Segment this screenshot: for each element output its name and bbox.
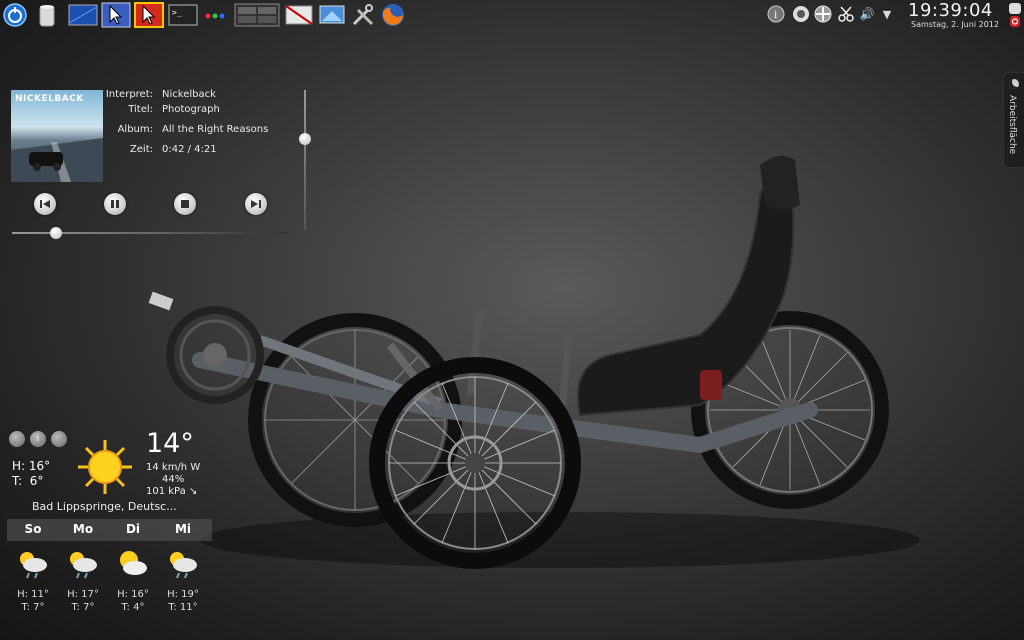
today-high: H: 16° bbox=[12, 459, 51, 473]
forecast-day-4: Mi bbox=[174, 522, 192, 536]
info-icon[interactable]: i bbox=[767, 5, 785, 23]
today-low: T: 6° bbox=[12, 474, 44, 488]
cashew-icon[interactable] bbox=[1008, 2, 1022, 28]
forecast-low-4: T: 11° bbox=[168, 602, 198, 613]
previous-button[interactable] bbox=[34, 193, 56, 215]
partly-cloudy-rain-icon bbox=[20, 552, 47, 579]
weather-refresh-icon[interactable] bbox=[9, 431, 25, 447]
window-switcher-icon[interactable] bbox=[234, 2, 280, 28]
pause-button[interactable] bbox=[104, 193, 126, 215]
tray-expand-icon[interactable]: ▼ bbox=[878, 5, 896, 23]
title-key: Titel: bbox=[128, 104, 153, 115]
artist-key: Interpret: bbox=[105, 89, 153, 100]
pressure: 101 kPa ↘ bbox=[146, 486, 198, 497]
terminal-icon[interactable]: >_ bbox=[168, 2, 198, 28]
clock-time[interactable]: 19:39:04 bbox=[908, 0, 993, 21]
seek-slider-handle[interactable] bbox=[50, 227, 63, 239]
desktop-icon[interactable] bbox=[68, 2, 98, 28]
forecast-low-3: T: 4° bbox=[121, 602, 145, 613]
forecast-high-1: H: 11° bbox=[17, 589, 49, 600]
album-key: Album: bbox=[117, 124, 153, 135]
partly-cloudy-rain-icon bbox=[170, 552, 197, 579]
desktop-toolbox[interactable]: Arbeitsfläche bbox=[1003, 72, 1024, 168]
cursor-theme-red-icon[interactable] bbox=[134, 2, 164, 28]
humidity: 44% bbox=[162, 474, 185, 485]
partly-cloudy-rain-icon bbox=[70, 552, 97, 579]
sunny-icon bbox=[78, 440, 132, 494]
artist-value: Nickelback bbox=[162, 89, 216, 100]
firefox-icon[interactable] bbox=[380, 2, 406, 28]
pause-icon bbox=[111, 200, 119, 208]
cursor-theme-blue-icon[interactable] bbox=[101, 2, 131, 28]
wind-speed: 14 km/h W bbox=[146, 462, 201, 473]
forecast-day-1: So bbox=[24, 522, 42, 536]
svg-text:i: i bbox=[774, 10, 777, 21]
trash-icon[interactable] bbox=[34, 2, 60, 28]
volume-icon[interactable]: 🔊 bbox=[858, 5, 876, 23]
current-temperature: 14° bbox=[146, 428, 194, 459]
kde-menu-icon[interactable] bbox=[2, 2, 28, 28]
scissors-icon[interactable] bbox=[837, 5, 855, 23]
title-value: Photograph bbox=[162, 104, 220, 115]
album-value: All the Right Reasons bbox=[162, 124, 269, 135]
weather-settings-icon[interactable] bbox=[51, 431, 67, 447]
partly-cloudy-icon bbox=[120, 551, 147, 575]
no-display-icon[interactable] bbox=[284, 2, 314, 28]
weather-location: Bad Lippspringe, Deutsc... bbox=[32, 500, 177, 513]
forecast-high-2: H: 17° bbox=[67, 589, 99, 600]
nepomuk-icon[interactable] bbox=[814, 5, 832, 23]
clock-date: Samstag, 2. Juni 2012 bbox=[911, 20, 999, 29]
wallpaper-trike-image bbox=[148, 156, 920, 569]
skip-back-icon bbox=[40, 200, 50, 208]
weather-info-icon[interactable]: i bbox=[30, 431, 46, 447]
toolbox-label: Arbeitsfläche bbox=[1007, 95, 1017, 155]
forecast-day-3: Di bbox=[125, 522, 141, 536]
volume-slider-handle[interactable] bbox=[299, 133, 311, 145]
toolbox-icon bbox=[1009, 79, 1019, 89]
forecast-high-3: H: 16° bbox=[117, 589, 149, 600]
forecast-low-1: T: 7° bbox=[21, 602, 45, 613]
forecast-high-4: H: 19° bbox=[167, 589, 199, 600]
network-icon[interactable] bbox=[792, 5, 810, 23]
tools-icon[interactable] bbox=[350, 2, 376, 28]
forecast-low-2: T: 7° bbox=[71, 602, 95, 613]
svg-text:>_: >_ bbox=[172, 8, 182, 17]
color-dots-icon[interactable] bbox=[202, 2, 228, 28]
forecast-day-2: Mo bbox=[72, 522, 94, 536]
screen-icon[interactable] bbox=[318, 2, 346, 28]
top-panel: >_ i 🔊 ▼ 19:39:04 Samstag, 2. Juni 2012 bbox=[0, 0, 1024, 30]
